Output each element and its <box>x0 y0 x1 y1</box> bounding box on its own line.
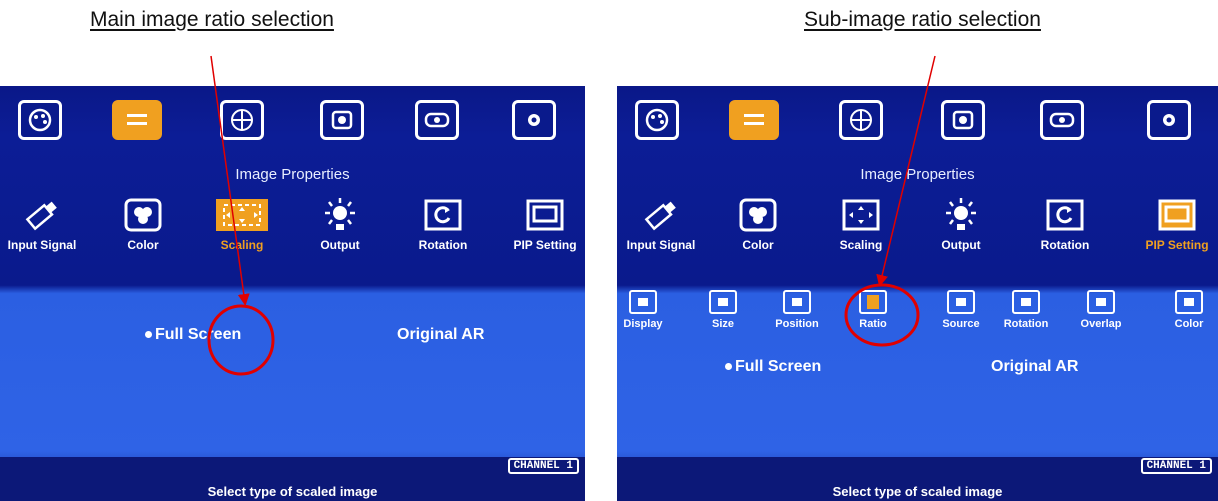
position-icon <box>783 290 811 314</box>
submenu-overlap[interactable]: Overlap <box>1069 290 1133 330</box>
submenu-display[interactable]: Display <box>617 290 675 330</box>
submenu-color[interactable]: Color <box>1157 290 1218 330</box>
section-title: Image Properties <box>860 166 975 183</box>
output-icon <box>318 196 362 234</box>
globe-icon[interactable] <box>839 100 883 140</box>
status-text: Select type of scaled image <box>207 484 378 499</box>
rotation-icon <box>1012 290 1040 314</box>
scaling-icon <box>839 196 883 234</box>
usb-icon <box>639 196 683 234</box>
selected-dot-icon <box>145 331 152 339</box>
source-icon <box>947 290 975 314</box>
settings-gear-icon[interactable] <box>512 100 556 140</box>
projector-icon[interactable] <box>1040 100 1084 140</box>
submenu-ratio[interactable]: Ratio <box>841 290 905 330</box>
left-osd-screen: Image Properties Input Signal Color Scal… <box>0 86 585 501</box>
output-icon <box>939 196 983 234</box>
projector-icon[interactable] <box>415 100 459 140</box>
channel-badge: CHANNEL 1 <box>507 458 579 474</box>
submenu-position[interactable]: Position <box>765 290 829 330</box>
color-icon <box>1175 290 1203 314</box>
cube-icon[interactable] <box>941 100 985 140</box>
menu-pip-setting[interactable]: PIP Setting <box>505 196 585 252</box>
ratio-icon <box>859 290 887 314</box>
submenu-source[interactable]: Source <box>929 290 993 330</box>
menu-input-signal[interactable]: Input Signal <box>2 196 82 252</box>
right-osd-screen: Image Properties Input Signal Color Scal… <box>617 86 1218 501</box>
right-caption: Sub-image ratio selection <box>804 8 1041 31</box>
status-text: Select type of scaled image <box>832 484 1003 499</box>
display-icon <box>629 290 657 314</box>
cube-icon[interactable] <box>320 100 364 140</box>
menu-input-signal[interactable]: Input Signal <box>621 196 701 252</box>
menu-pip-setting[interactable]: PIP Setting <box>1137 196 1217 252</box>
menu-output[interactable]: Output <box>300 196 380 252</box>
palette-icon[interactable] <box>18 100 62 140</box>
submenu-rotation[interactable]: Rotation <box>994 290 1058 330</box>
color-icon <box>121 196 165 234</box>
selected-dot-icon <box>725 363 732 371</box>
scaling-menu-icon[interactable] <box>729 100 779 140</box>
section-title: Image Properties <box>235 166 350 183</box>
scaling-icon <box>214 196 270 234</box>
menu-rotation[interactable]: Rotation <box>403 196 483 252</box>
settings-gear-icon[interactable] <box>1147 100 1191 140</box>
option-full-screen[interactable]: Full Screen <box>725 358 821 376</box>
rotation-icon <box>421 196 465 234</box>
channel-badge: CHANNEL 1 <box>1140 458 1212 474</box>
left-caption: Main image ratio selection <box>90 8 334 31</box>
top-icon-bar <box>0 100 585 144</box>
option-full-screen[interactable]: Full Screen <box>145 326 241 344</box>
submenu-size[interactable]: Size <box>691 290 755 330</box>
overlap-icon <box>1087 290 1115 314</box>
palette-icon[interactable] <box>635 100 679 140</box>
globe-icon[interactable] <box>220 100 264 140</box>
pip-icon <box>1155 196 1199 234</box>
color-icon <box>736 196 780 234</box>
rotation-icon <box>1043 196 1087 234</box>
menu-color[interactable]: Color <box>718 196 798 252</box>
menu-rotation[interactable]: Rotation <box>1025 196 1105 252</box>
menu-color[interactable]: Color <box>103 196 183 252</box>
menu-output[interactable]: Output <box>921 196 1001 252</box>
option-original-ar[interactable]: Original AR <box>397 326 484 344</box>
menu-scaling[interactable]: Scaling <box>202 196 282 252</box>
scaling-menu-icon[interactable] <box>112 100 162 140</box>
menu-scaling[interactable]: Scaling <box>821 196 901 252</box>
option-original-ar[interactable]: Original AR <box>991 358 1078 376</box>
pip-icon <box>523 196 567 234</box>
size-icon <box>709 290 737 314</box>
usb-icon <box>20 196 64 234</box>
top-icon-bar <box>617 100 1218 144</box>
